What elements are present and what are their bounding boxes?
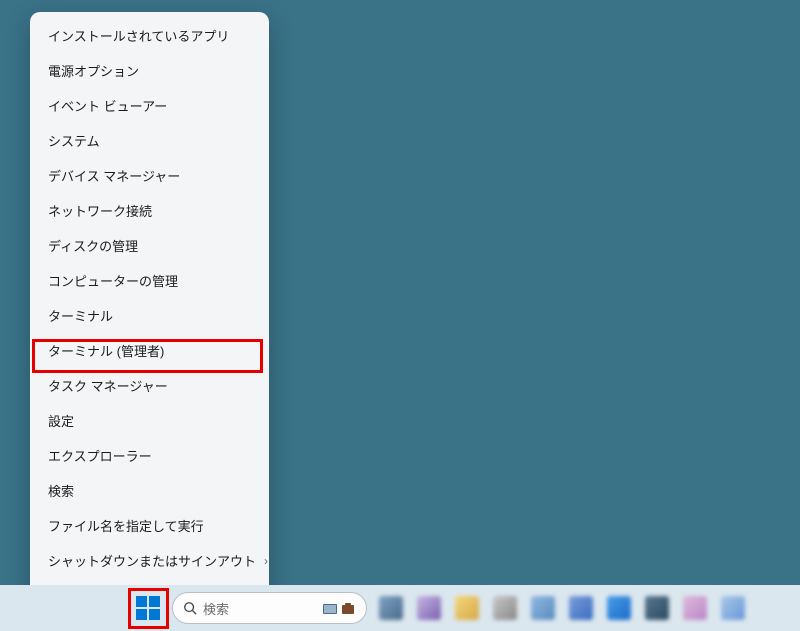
taskbar: 検索 <box>0 585 800 631</box>
menu-label: ターミナル <box>48 306 113 325</box>
menu-label: エクスプローラー <box>48 446 152 465</box>
menu-item-network-connections[interactable]: ネットワーク接続 <box>30 193 269 228</box>
taskbar-app-2[interactable] <box>413 592 445 624</box>
menu-label: 設定 <box>48 411 74 430</box>
menu-item-run[interactable]: ファイル名を指定して実行 <box>30 508 269 543</box>
taskbar-app-8[interactable] <box>641 592 673 624</box>
taskbar-app-10[interactable] <box>717 592 749 624</box>
menu-label: ディスクの管理 <box>48 236 138 255</box>
menu-item-power-options[interactable]: 電源オプション <box>30 53 269 88</box>
menu-item-explorer[interactable]: エクスプローラー <box>30 438 269 473</box>
menu-label: デバイス マネージャー <box>48 166 180 185</box>
menu-label: イベント ビューアー <box>48 96 167 115</box>
menu-item-disk-management[interactable]: ディスクの管理 <box>30 228 269 263</box>
menu-label: コンピューターの管理 <box>48 271 178 290</box>
taskbar-app-4[interactable] <box>489 592 521 624</box>
menu-item-computer-management[interactable]: コンピューターの管理 <box>30 263 269 298</box>
search-suggestion-icons <box>322 600 356 616</box>
search-placeholder: 検索 <box>203 599 316 618</box>
menu-item-system[interactable]: システム <box>30 123 269 158</box>
menu-item-event-viewer[interactable]: イベント ビューアー <box>30 88 269 123</box>
menu-item-shutdown-signout[interactable]: シャットダウンまたはサインアウト › <box>30 543 269 578</box>
menu-label: シャットダウンまたはサインアウト <box>48 551 256 570</box>
taskbar-app-3[interactable] <box>451 592 483 624</box>
taskbar-app-6[interactable] <box>565 592 597 624</box>
menu-item-settings[interactable]: 設定 <box>30 403 269 438</box>
windows-logo-icon <box>136 596 160 620</box>
menu-item-device-manager[interactable]: デバイス マネージャー <box>30 158 269 193</box>
menu-label: インストールされているアプリ <box>48 26 229 45</box>
chevron-right-icon: › <box>264 554 268 568</box>
menu-label: 電源オプション <box>48 61 139 80</box>
menu-item-task-manager[interactable]: タスク マネージャー <box>30 368 269 403</box>
taskbar-app-1[interactable] <box>375 592 407 624</box>
menu-item-terminal[interactable]: ターミナル <box>30 298 269 333</box>
search-icon <box>183 601 197 615</box>
taskbar-app-7[interactable] <box>603 592 635 624</box>
menu-item-terminal-admin[interactable]: ターミナル (管理者) <box>30 333 269 368</box>
menu-label: 検索 <box>48 481 74 500</box>
menu-label: タスク マネージャー <box>48 376 168 395</box>
start-button[interactable] <box>132 592 164 624</box>
menu-label: ネットワーク接続 <box>48 201 152 220</box>
menu-item-search[interactable]: 検索 <box>30 473 269 508</box>
winx-context-menu: インストールされているアプリ 電源オプション イベント ビューアー システム デ… <box>30 12 269 619</box>
taskbar-search[interactable]: 検索 <box>172 592 367 624</box>
menu-label: システム <box>48 131 100 150</box>
menu-label: ターミナル (管理者) <box>48 341 164 360</box>
menu-item-installed-apps[interactable]: インストールされているアプリ <box>30 18 269 53</box>
menu-label: ファイル名を指定して実行 <box>48 516 204 535</box>
taskbar-app-5[interactable] <box>527 592 559 624</box>
taskbar-app-9[interactable] <box>679 592 711 624</box>
